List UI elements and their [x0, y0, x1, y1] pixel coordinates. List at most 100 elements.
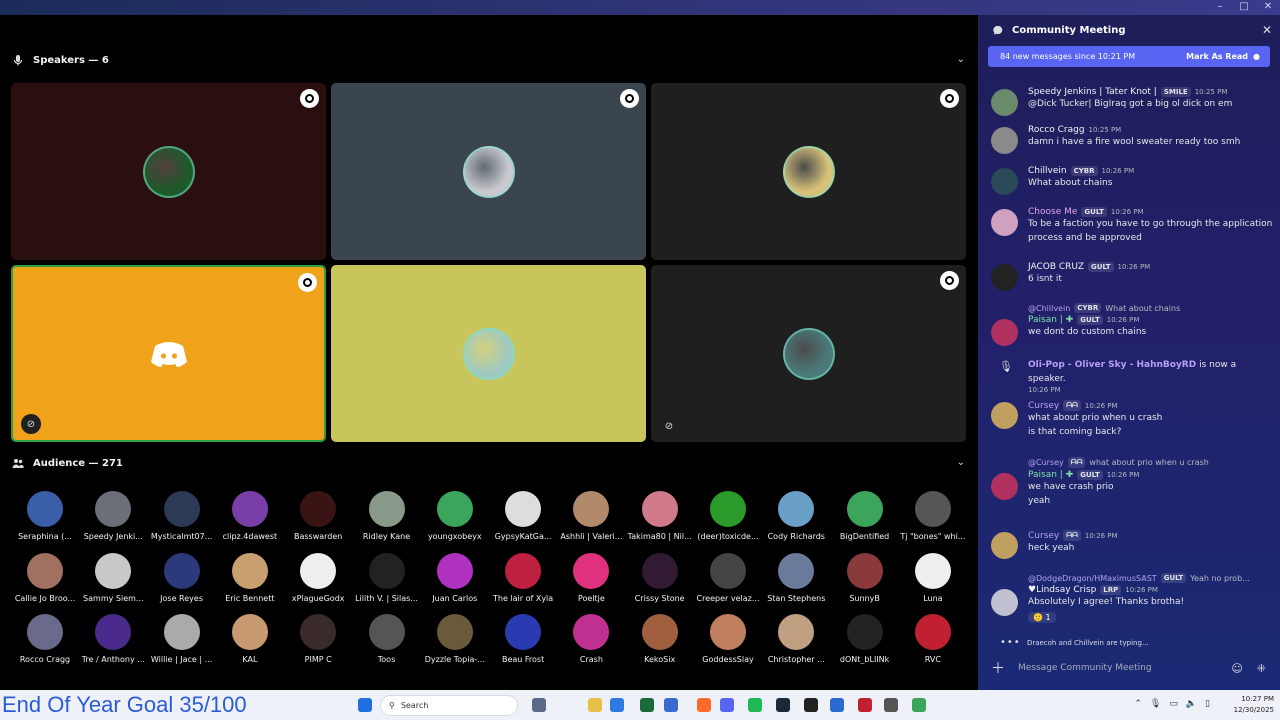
audience-member[interactable]: dONt_bLIINk: [831, 614, 899, 664]
audience-member[interactable]: RVC: [899, 614, 967, 664]
widgets-icon[interactable]: [532, 698, 546, 712]
message-author[interactable]: Cursey: [1028, 531, 1059, 541]
message-author[interactable]: ♥Lindsay Crisp: [1028, 585, 1096, 595]
audience-member[interactable]: KekoSix: [626, 614, 694, 664]
discord-icon[interactable]: [720, 698, 734, 712]
audience-member[interactable]: Seraphina (...: [11, 491, 79, 541]
audience-member[interactable]: Creeper velaz...: [694, 552, 762, 603]
more-options-icon[interactable]: [620, 89, 639, 108]
audience-member[interactable]: Stan Stephens: [762, 552, 830, 603]
store-icon[interactable]: [640, 698, 654, 712]
audience-member[interactable]: youngxobeyx: [421, 491, 489, 541]
message-author[interactable]: Rocco Cragg: [1028, 125, 1085, 135]
avatar[interactable]: [991, 532, 1018, 559]
close-window-button[interactable]: ✕: [1262, 1, 1274, 12]
folder-icon[interactable]: [588, 698, 602, 712]
avatar[interactable]: [991, 319, 1018, 346]
audience-member[interactable]: xPlagueGodx: [284, 552, 352, 603]
audience-member[interactable]: GypsyKatGa...: [489, 491, 557, 541]
chat-message[interactable]: JACOB CRUZ GULT 10:26 PM 6 isnt it: [991, 262, 1276, 291]
settings-icon[interactable]: [884, 698, 898, 712]
speaker-tile[interactable]: [11, 83, 326, 260]
speaker-tile[interactable]: ⊘: [651, 265, 966, 442]
chat-message[interactable]: 🎙 Oli-Pop - Oliver Sky - HahnBoyRD is now…: [991, 358, 1276, 394]
audience-member[interactable]: SunnyB: [831, 552, 899, 603]
speaker-tile[interactable]: [331, 265, 646, 442]
chat-message[interactable]: Choose Me GULT 10:26 PM To be a faction you…: [991, 207, 1276, 245]
audience-member[interactable]: Jose Reyes: [148, 552, 216, 603]
audience-member[interactable]: Lilith V. | Silas...: [353, 552, 421, 603]
network-icon[interactable]: ▭: [1169, 699, 1178, 709]
audience-member[interactable]: Cody Richards: [762, 491, 830, 541]
audience-member[interactable]: Willie | Jace | ...: [148, 614, 216, 664]
audience-member[interactable]: Basswarden: [284, 491, 352, 541]
chat-message[interactable]: Cursey ᗩᗩ 10:26 PM what about prio when u c…: [991, 400, 1276, 439]
avatar[interactable]: [991, 473, 1018, 500]
audience-member[interactable]: GoddessSlay: [694, 614, 762, 664]
reaction-chip[interactable]: 🙂 1: [1028, 612, 1056, 623]
more-options-icon[interactable]: [940, 271, 959, 290]
audience-member[interactable]: Tre / Anthony ...: [79, 614, 147, 664]
chat-message[interactable]: @Chillvein CYBR What about chains Paisan | …: [991, 303, 1276, 346]
add-attachment-icon[interactable]: ＋: [978, 658, 1018, 678]
reply-preview[interactable]: @Cursey ᗩᗩ what about prio when u crash: [1028, 457, 1276, 468]
more-options-icon[interactable]: [940, 89, 959, 108]
clock[interactable]: 10:27 PM 12/30/2025: [1234, 694, 1274, 716]
mark-as-read-button[interactable]: Mark As Read ●: [1186, 52, 1260, 61]
start-icon[interactable]: [358, 698, 372, 712]
avatar[interactable]: [991, 264, 1018, 291]
chat-message[interactable]: @DodgeDragon/HMaximusSAST GULT Yeah no pro…: [991, 573, 1276, 623]
message-author[interactable]: Cursey: [1028, 401, 1059, 411]
chat-message[interactable]: @Cursey ᗩᗩ what about prio when u crash Pai…: [991, 457, 1276, 508]
reply-preview[interactable]: @DodgeDragon/HMaximusSAST GULT Yeah no pro…: [1028, 573, 1276, 583]
message-author[interactable]: JACOB CRUZ: [1028, 262, 1084, 272]
audience-member[interactable]: Beau Frost: [489, 614, 557, 664]
audience-member[interactable]: PIMP C: [284, 614, 352, 664]
speaker-tile[interactable]: ⊘: [11, 265, 326, 442]
audience-member[interactable]: Luna: [899, 552, 967, 603]
audience-member[interactable]: (deer)toxicde...: [694, 491, 762, 541]
avatar[interactable]: [991, 402, 1018, 429]
speakers-header[interactable]: Speakers — 6: [12, 54, 109, 66]
chevron-up-icon[interactable]: ⌃: [1134, 699, 1142, 709]
audience-member[interactable]: Christopher ...: [762, 614, 830, 664]
avatar[interactable]: [991, 89, 1018, 116]
new-messages-bar[interactable]: 84 new messages since 10:21 PM Mark As R…: [988, 46, 1270, 67]
audience-member[interactable]: Sammy Siem...: [79, 552, 147, 603]
message-author[interactable]: Paisan | ✚: [1028, 470, 1073, 480]
audience-member[interactable]: Callie Jo Broo...: [11, 552, 79, 603]
reply-preview[interactable]: @Chillvein CYBR What about chains: [1028, 303, 1276, 313]
audience-member[interactable]: Dyzzle Topia-...: [421, 614, 489, 664]
message-input[interactable]: Message Community Meeting: [1018, 663, 1152, 673]
notepad-icon[interactable]: [830, 698, 844, 712]
chat-message[interactable]: Speedy Jenkins | Tater Knot | SMILE 10:25 …: [991, 87, 1276, 116]
audience-member[interactable]: Ridley Kane: [353, 491, 421, 541]
close-icon[interactable]: ✕: [1262, 23, 1272, 37]
mic-icon[interactable]: 🎙: [1150, 699, 1161, 709]
message-author[interactable]: Chillvein: [1028, 166, 1067, 176]
avatar[interactable]: [991, 168, 1018, 195]
chat-message[interactable]: Chillvein CYBR 10:26 PM What about chains: [991, 166, 1276, 195]
audience-member[interactable]: Juan Carlos: [421, 552, 489, 603]
avatar[interactable]: [991, 589, 1018, 616]
audience-member[interactable]: Takima80 | Nil...: [626, 491, 694, 541]
spotify-icon[interactable]: [748, 698, 762, 712]
audience-member[interactable]: Eric Bennett: [216, 552, 284, 603]
taskbar-search[interactable]: ⚲ Search: [380, 695, 518, 716]
audience-member[interactable]: Toos: [353, 614, 421, 664]
battery-icon[interactable]: ▯: [1205, 699, 1210, 709]
firefox-icon[interactable]: [697, 698, 711, 712]
chat-message[interactable]: Cursey ᗩᗩ 10:26 PM heck yeah: [991, 530, 1276, 559]
chevron-down-icon[interactable]: ⌄: [957, 54, 965, 65]
volume-icon[interactable]: 🔈: [1186, 699, 1197, 709]
system-author[interactable]: Oli-Pop - Oliver Sky - HahnBoyRD: [1028, 360, 1196, 370]
audience-member[interactable]: Mysticalmt07...: [148, 491, 216, 541]
audience-member[interactable]: clipz.4dawest: [216, 491, 284, 541]
audience-member[interactable]: Tj "bones" whi...: [899, 491, 967, 541]
app-icon[interactable]: [912, 698, 926, 712]
more-options-icon[interactable]: [300, 89, 319, 108]
audience-member[interactable]: The lair of Xyla: [489, 552, 557, 603]
edge-icon[interactable]: [610, 698, 624, 712]
message-author[interactable]: Choose Me: [1028, 207, 1077, 217]
chevron-down-icon[interactable]: ⌄: [957, 457, 965, 468]
